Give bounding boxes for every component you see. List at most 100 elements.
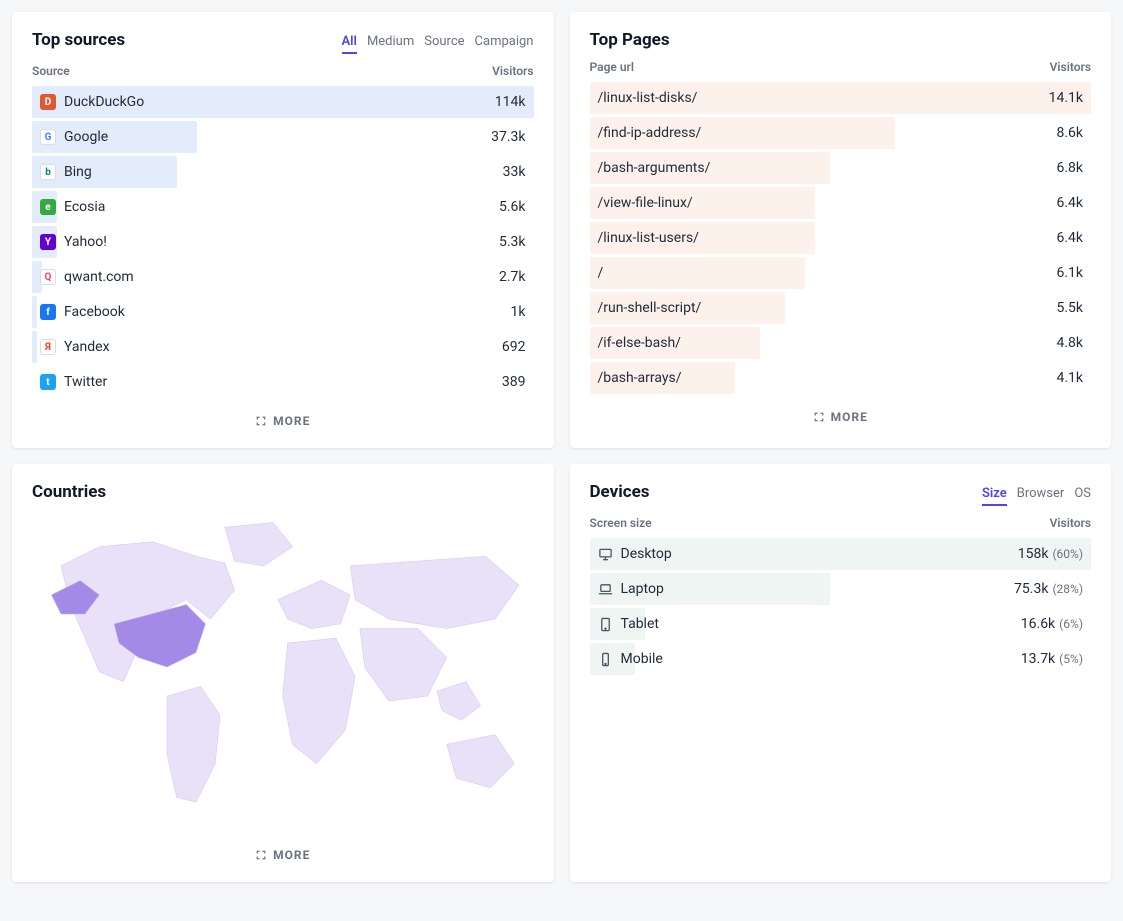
laptop-icon (598, 582, 613, 597)
page-row[interactable]: /bash-arguments/6.8k (590, 152, 1092, 184)
devices-tab-os[interactable]: OS (1074, 486, 1091, 506)
facebook-icon: f (40, 304, 56, 320)
row-label: Я Yandex (40, 339, 110, 355)
row-label: f Facebook (40, 304, 125, 320)
row-label-text: qwant.com (64, 269, 134, 285)
countries-card: Countries (12, 464, 554, 882)
devices-tab-size[interactable]: Size (982, 486, 1007, 506)
top-sources-card: Top sources AllMediumSourceCampaign Sour… (12, 12, 554, 448)
row-label: eEcosia (40, 199, 105, 215)
row-label-text: Twitter (64, 374, 107, 390)
device-row[interactable]: Tablet16.6k(6%) (590, 608, 1092, 640)
yandex-icon: Я (40, 339, 56, 355)
device-row[interactable]: Desktop158k(60%) (590, 538, 1092, 570)
page-row[interactable]: /linux-list-users/6.4k (590, 222, 1092, 254)
row-label-text: Yandex (64, 339, 110, 355)
row-label: / (598, 265, 604, 281)
row-label-text: /linux-list-disks/ (598, 90, 698, 106)
devices-card: Devices SizeBrowserOS Screen size Visito… (570, 464, 1112, 882)
row-label-text: Facebook (64, 304, 125, 320)
page-row[interactable]: /if-else-bash/4.8k (590, 327, 1092, 359)
bar-fill (32, 296, 37, 328)
row-value: 114k (495, 94, 526, 110)
pages-more-button[interactable]: MORE (590, 404, 1092, 430)
row-value: 8.6k (1056, 125, 1083, 141)
top-pages-card: Top Pages Page url Visitors /linux-list-… (570, 12, 1112, 448)
row-label: Mobile (598, 651, 663, 667)
sources-tab-campaign[interactable]: Campaign (475, 34, 534, 54)
source-row[interactable]: GGoogle37.3k (32, 121, 534, 153)
page-row[interactable]: /view-file-linux/6.4k (590, 187, 1092, 219)
sources-tab-all[interactable]: All (342, 34, 357, 54)
sources-tab-medium[interactable]: Medium (367, 34, 414, 54)
source-row[interactable]: DDuckDuckGo 114k (32, 86, 534, 118)
mobile-icon (598, 652, 613, 667)
row-label: /bash-arguments/ (598, 160, 711, 176)
row-label: YYahoo! (40, 234, 107, 250)
row-value: 4.1k (1056, 370, 1083, 386)
bar-fill (590, 257, 806, 289)
source-row[interactable]: tTwitter389 (32, 366, 534, 398)
row-value: 6.1k (1056, 265, 1083, 281)
world-map[interactable] (32, 512, 534, 832)
row-label-text: Laptop (621, 581, 664, 597)
pages-col-label: Page url (590, 60, 634, 74)
row-label-text: /bash-arguments/ (598, 160, 711, 176)
pages-rows: /linux-list-disks/14.1k/find-ip-address/… (590, 82, 1092, 394)
device-row[interactable]: Mobile13.7k(5%) (590, 643, 1092, 675)
row-label-text: /if-else-bash/ (598, 335, 681, 351)
page-row[interactable]: /run-shell-script/5.5k (590, 292, 1092, 324)
row-label: /linux-list-users/ (598, 230, 699, 246)
source-row[interactable]: Qqwant.com 2.7k (32, 261, 534, 293)
countries-more-button[interactable]: MORE (32, 842, 534, 868)
row-label-text: Tablet (621, 616, 659, 632)
sources-more-button[interactable]: MORE (32, 408, 534, 434)
row-label: /if-else-bash/ (598, 335, 681, 351)
page-row[interactable]: /find-ip-address/8.6k (590, 117, 1092, 149)
sources-col-label: Source (32, 64, 70, 78)
row-label-text: /find-ip-address/ (598, 125, 702, 141)
sources-tab-source[interactable]: Source (424, 34, 464, 54)
source-row[interactable]: bBing33k (32, 156, 534, 188)
row-value: 5.3k (499, 234, 526, 250)
row-value: 6.8k (1056, 160, 1083, 176)
devices-tabs: Size Browser OS (982, 486, 1091, 506)
row-label: DDuckDuckGo (40, 94, 144, 110)
page-row[interactable]: /linux-list-disks/14.1k (590, 82, 1092, 114)
more-label: MORE (273, 848, 310, 862)
source-row[interactable]: Я Yandex 692 (32, 331, 534, 363)
row-label-text: Bing (64, 164, 92, 180)
source-row[interactable]: eEcosia5.6k (32, 191, 534, 223)
top-pages-title: Top Pages (590, 30, 670, 50)
row-label: /linux-list-disks/ (598, 90, 698, 106)
device-row[interactable]: Laptop75.3k(28%) (590, 573, 1092, 605)
row-label: /bash-arrays/ (598, 370, 682, 386)
row-label: Laptop (598, 581, 664, 597)
more-label: MORE (831, 410, 868, 424)
sources-col-value: Visitors (492, 64, 533, 78)
page-row[interactable]: /bash-arrays/4.1k (590, 362, 1092, 394)
source-row[interactable]: fFacebook1k (32, 296, 534, 328)
devices-rows: Desktop158k(60%)Laptop75.3k(28%)Tablet16… (590, 538, 1092, 675)
page-row[interactable]: / 6.1k (590, 257, 1092, 289)
row-value: 2.7k (499, 269, 526, 285)
row-percent: (6%) (1059, 617, 1083, 631)
row-percent: (28%) (1052, 582, 1083, 596)
row-value: 4.8k (1056, 335, 1083, 351)
row-label: Qqwant.com (40, 269, 134, 285)
row-label-text: /bash-arrays/ (598, 370, 682, 386)
row-label-text: DuckDuckGo (64, 94, 144, 110)
twitter-icon: t (40, 374, 56, 390)
row-label: Desktop (598, 546, 672, 562)
row-label-text: /view-file-linux/ (598, 195, 693, 211)
qwant-com-icon: Q (40, 269, 56, 285)
row-label: /view-file-linux/ (598, 195, 693, 211)
row-value: 692 (502, 339, 526, 355)
row-label-text: Ecosia (64, 199, 105, 215)
source-row[interactable]: YYahoo! 5.3k (32, 226, 534, 258)
devices-tab-browser[interactable]: Browser (1017, 486, 1065, 506)
row-label: /run-shell-script/ (598, 300, 702, 316)
expand-icon (255, 849, 267, 861)
row-percent: (5%) (1059, 652, 1083, 666)
more-label: MORE (273, 414, 310, 428)
